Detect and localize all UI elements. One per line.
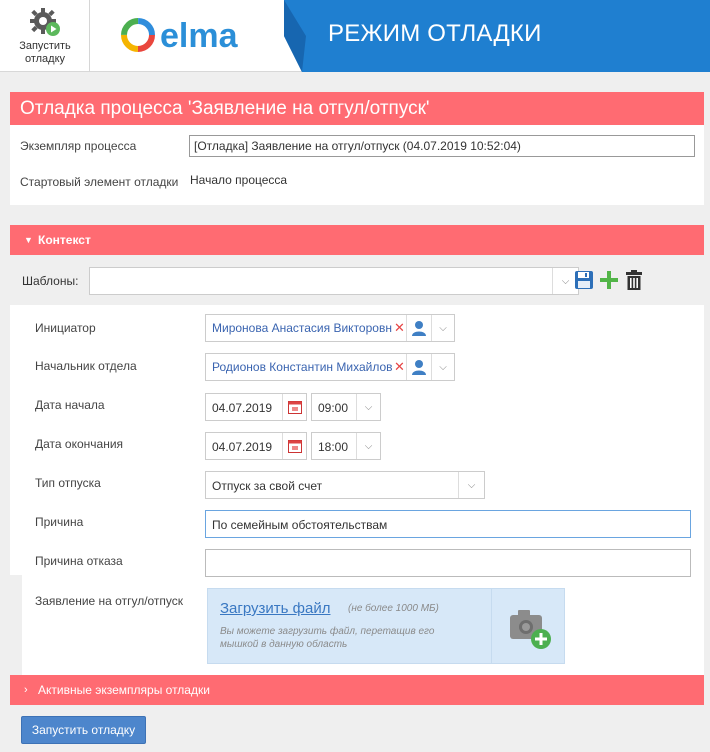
camera-add-icon xyxy=(510,610,551,649)
process-info-panel: Экземпляр процесса [Отладка] Заявление н… xyxy=(10,125,704,205)
delete-template-button[interactable] xyxy=(623,267,645,293)
context-form: Инициатор Миронова Анастасия Викторовна … xyxy=(10,305,704,675)
end-date-value: 04.07.2019 xyxy=(212,440,273,454)
clear-icon[interactable]: ✕ xyxy=(394,359,405,375)
floppy-disk-icon xyxy=(575,271,593,289)
calendar-icon[interactable] xyxy=(282,394,306,420)
leave-type-value: Отпуск за свой счет xyxy=(212,479,323,493)
instance-label: Экземпляр процесса xyxy=(20,139,137,153)
calendar-glyph xyxy=(287,440,302,453)
start-time-field[interactable]: 09:00 ⌵ xyxy=(311,393,381,421)
plus-icon xyxy=(600,271,618,289)
debug-mode-banner: РЕЖИМ ОТЛАДКИ xyxy=(284,0,710,72)
start-element-value: Начало процесса xyxy=(190,173,288,187)
upload-file-link[interactable]: Загрузить файл xyxy=(220,600,330,617)
manager-value[interactable]: Родионов Константин Михайлович xyxy=(212,360,392,374)
gear-play-icon xyxy=(30,8,60,36)
leave-type-select[interactable]: Отпуск за свой счет ⌵ xyxy=(205,471,485,499)
end-time-field[interactable]: 18:00 ⌵ xyxy=(311,432,381,460)
leave-type-label: Тип отпуска xyxy=(35,476,101,490)
upload-limit: (не более 1000 МБ) xyxy=(348,603,439,614)
end-time-value: 18:00 xyxy=(318,440,349,454)
initiator-field[interactable]: Миронова Анастасия Викторовна ✕ ⌵ xyxy=(205,314,455,342)
user-icon xyxy=(412,321,426,336)
svg-text:elma: elma xyxy=(160,17,239,55)
run-debug-tool[interactable]: Запустить отладку xyxy=(0,0,90,72)
page-title: Отладка процесса 'Заявление на отгул/отп… xyxy=(10,92,704,125)
user-icon xyxy=(412,360,426,375)
file-upload-dropzone[interactable]: Загрузить файл (не более 1000 МБ) Вы мож… xyxy=(207,588,565,664)
start-date-label: Дата начала xyxy=(35,398,105,412)
chevron-down-icon[interactable]: ⌵ xyxy=(356,433,380,459)
elma-logo: elma xyxy=(121,17,239,55)
reason-input[interactable]: По семейным обстоятельствам xyxy=(205,510,691,538)
reason-value: По семейным обстоятельствам xyxy=(212,518,388,532)
chevron-down-icon[interactable]: ⌵ xyxy=(356,394,380,420)
initiator-label: Инициатор xyxy=(35,321,96,335)
chevron-right-icon: › xyxy=(24,684,28,696)
refusal-reason-input[interactable] xyxy=(205,549,691,577)
manager-field[interactable]: Родионов Константин Михайлович ✕ ⌵ xyxy=(205,353,455,381)
manager-label: Начальник отдела xyxy=(35,359,137,373)
context-section-header[interactable]: ▼ Контекст xyxy=(10,225,704,255)
run-debug-button[interactable]: Запустить отладку xyxy=(21,716,146,744)
chevron-down-icon[interactable]: ⌵ xyxy=(431,354,454,380)
application-label: Заявление на отгул/отпуск xyxy=(35,594,184,608)
trash-icon xyxy=(626,270,642,290)
refusal-reason-label: Причина отказа xyxy=(35,554,123,568)
active-instances-header[interactable]: › Активные экземпляры отладки xyxy=(10,675,704,705)
add-template-button[interactable] xyxy=(598,267,620,293)
calendar-glyph xyxy=(287,401,302,414)
context-title: Контекст xyxy=(38,233,91,247)
end-date-field[interactable]: 04.07.2019 xyxy=(205,432,307,460)
upload-hint: Вы можете загрузить файл, перетащив его … xyxy=(220,626,435,650)
chevron-down-icon[interactable]: ⌵ xyxy=(458,472,484,498)
start-element-label: Стартовый элемент отладки xyxy=(20,175,179,189)
instance-field[interactable]: [Отладка] Заявление на отгул/отпуск (04.… xyxy=(189,135,695,157)
templates-label: Шаблоны: xyxy=(22,274,79,288)
chevron-down-icon[interactable]: ⌵ xyxy=(431,315,454,341)
form-gutter xyxy=(10,575,22,675)
active-instances-title: Активные экземпляры отладки xyxy=(38,683,210,697)
templates-select[interactable]: ⌵ xyxy=(89,267,579,295)
user-picker-button[interactable] xyxy=(406,354,431,380)
save-template-button[interactable] xyxy=(573,267,595,293)
camera-add-button[interactable] xyxy=(491,589,565,663)
chevron-down-icon: ▼ xyxy=(24,235,33,245)
calendar-icon[interactable] xyxy=(282,433,306,459)
reason-label: Причина xyxy=(35,515,84,529)
start-date-field[interactable]: 04.07.2019 xyxy=(205,393,307,421)
run-debug-label: Запустить отладку xyxy=(19,40,71,65)
initiator-value[interactable]: Миронова Анастасия Викторовна xyxy=(212,321,392,335)
banner-title: РЕЖИМ ОТЛАДКИ xyxy=(328,20,542,47)
user-picker-button[interactable] xyxy=(406,315,431,341)
start-time-value: 09:00 xyxy=(318,401,349,415)
start-date-value: 04.07.2019 xyxy=(212,401,273,415)
end-date-label: Дата окончания xyxy=(35,437,124,451)
clear-icon[interactable]: ✕ xyxy=(394,320,405,336)
top-toolbar: Запустить отладку elma РЕЖИМ ОТЛАДКИ xyxy=(0,0,710,72)
templates-row: Шаблоны: ⌵ xyxy=(10,255,704,305)
